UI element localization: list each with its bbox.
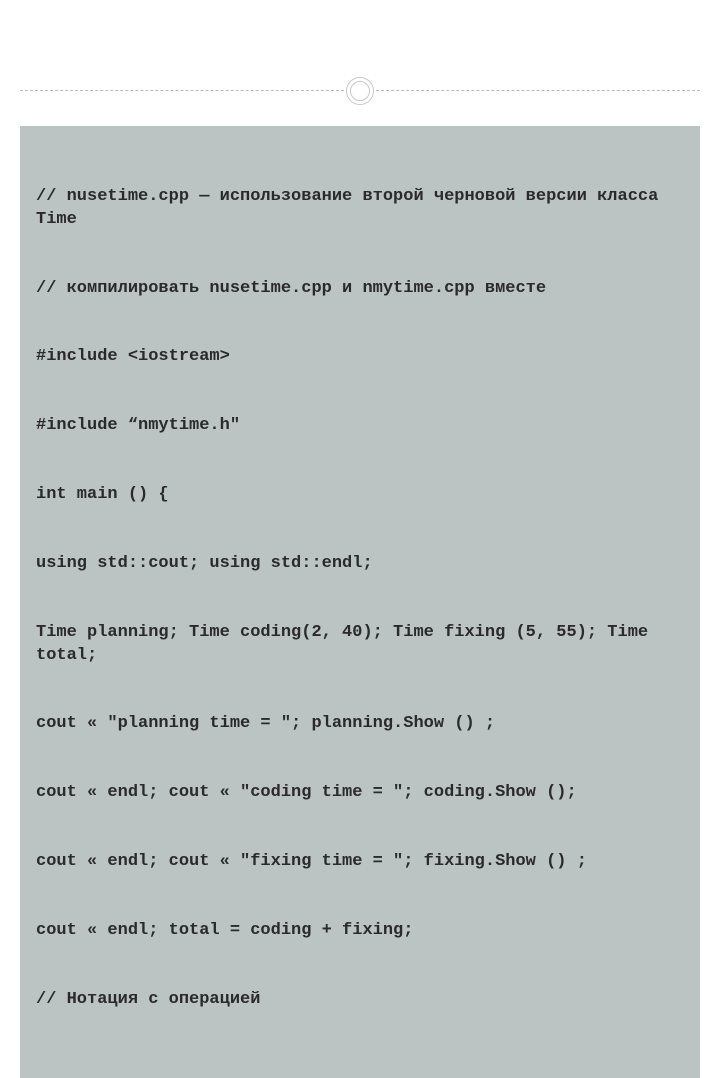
code-line: // компилировать nusetime.cpp и nmytime.…	[36, 278, 684, 301]
code-line: cout « endl; cout « "coding time = "; co…	[36, 782, 684, 805]
code-line: int main () {	[36, 484, 684, 507]
code-block: // nusetime.cpp — использование второй ч…	[20, 126, 700, 1078]
code-line: Time planning; Time coding(2, 40); Time …	[36, 622, 684, 668]
ring-outer-icon	[346, 77, 374, 105]
code-line: cout « endl; cout « "fixing time = "; fi…	[36, 851, 684, 874]
code-line: #include <iostream>	[36, 346, 684, 369]
slide-header	[20, 18, 700, 96]
code-line: // nusetime.cpp — использование второй ч…	[36, 186, 684, 232]
ring-ornament	[345, 76, 375, 106]
code-line: // Нотация с операцией	[36, 989, 684, 1012]
code-line: cout « "planning time = "; planning.Show…	[36, 713, 684, 736]
code-line: #include “nmytime.h"	[36, 415, 684, 438]
ring-inner-icon	[350, 81, 370, 101]
slide: // nusetime.cpp — использование второй ч…	[0, 0, 720, 540]
code-line: cout « endl; total = coding + fixing;	[36, 920, 684, 943]
code-line: using std::cout; using std::endl;	[36, 553, 684, 576]
